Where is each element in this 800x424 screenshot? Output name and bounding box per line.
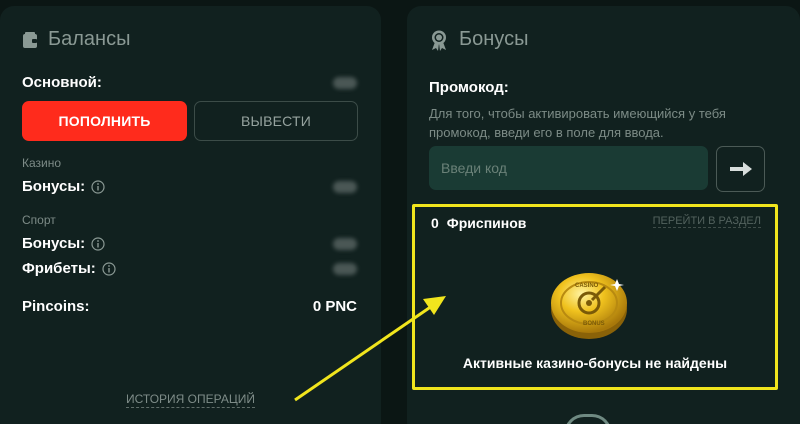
casino-bonus-value: 0 ₽ <box>333 180 357 193</box>
casino-bonus-coin-icon: CASINO BONUS <box>545 263 635 348</box>
pincoins-row: Pincoins: 0 PNC <box>22 298 357 315</box>
freebets-row: Фрибеты: 0 ₽ <box>22 260 357 277</box>
sport-bonus-label: Бонусы: <box>22 235 86 252</box>
promo-code-input[interactable] <box>429 146 708 190</box>
pincoins-value: 0 PNC <box>312 298 357 315</box>
deposit-button[interactable]: ПОПОЛНИТЬ <box>22 101 187 141</box>
history-link[interactable]: ИСТОРИЯ ОПЕРАЦИЙ <box>126 392 255 408</box>
sport-section-label: Спорт <box>22 213 56 227</box>
balances-title: Балансы <box>48 28 131 50</box>
promo-title: Промокод: <box>429 79 509 96</box>
arrow-right-icon <box>729 162 752 176</box>
goto-section-link[interactable]: ПЕРЕЙТИ В РАЗДЕЛ <box>652 215 761 228</box>
withdraw-button[interactable]: ВЫВЕСТИ <box>194 101 358 141</box>
freespins-box: 0 Фриспинов ПЕРЕЙТИ В РАЗДЕЛ CASINO BONU… <box>412 204 778 390</box>
promo-submit-button[interactable] <box>716 146 765 192</box>
sport-bonus-row: Бонусы: 0 ₽ <box>22 235 357 252</box>
casino-bonus-row: Бонусы: 0 ₽ <box>22 178 357 195</box>
no-bonuses-message: Активные казино-бонусы не найдены <box>462 355 728 371</box>
history-link-wrap: ИСТОРИЯ ОПЕРАЦИЙ <box>0 392 381 408</box>
sport-bonus-value: 0 ₽ <box>333 237 357 250</box>
pincoins-label: Pincoins: <box>22 298 90 315</box>
freebets-label: Фрибеты: <box>22 260 96 277</box>
freespins-count: 0 <box>431 215 439 231</box>
coin-bottom-text: BONUS <box>583 321 605 327</box>
info-icon[interactable] <box>91 179 105 194</box>
freespins-header: 0 Фриспинов <box>431 215 526 231</box>
balances-header: Балансы <box>22 28 130 51</box>
main-balance-row: Основной: 0 ₽ <box>22 74 357 91</box>
rosette-icon <box>429 29 449 51</box>
freebets-value: 0 ₽ <box>333 262 357 275</box>
info-icon[interactable] <box>91 236 105 251</box>
bonuses-header: Бонусы <box>429 28 528 51</box>
coin-top-text: CASINO <box>575 283 599 289</box>
main-balance-value: 0 ₽ <box>333 76 357 89</box>
freespins-label: Фриспинов <box>446 215 527 231</box>
promo-description: Для того, чтобы активировать имеющийся у… <box>429 106 726 140</box>
goto-section-wrap: ПЕРЕЙТИ В РАЗДЕЛ <box>652 215 761 228</box>
casino-section-label: Казино <box>22 156 62 170</box>
bonuses-title: Бонусы <box>459 28 529 50</box>
wallet-icon <box>22 31 38 49</box>
casino-bonus-label: Бонусы: <box>22 178 86 195</box>
balances-panel: Балансы Основной: 0 ₽ ПОПОЛНИТЬ ВЫВЕСТИ … <box>0 6 381 424</box>
main-balance-label: Основной: <box>22 74 102 91</box>
info-icon[interactable] <box>102 261 116 276</box>
